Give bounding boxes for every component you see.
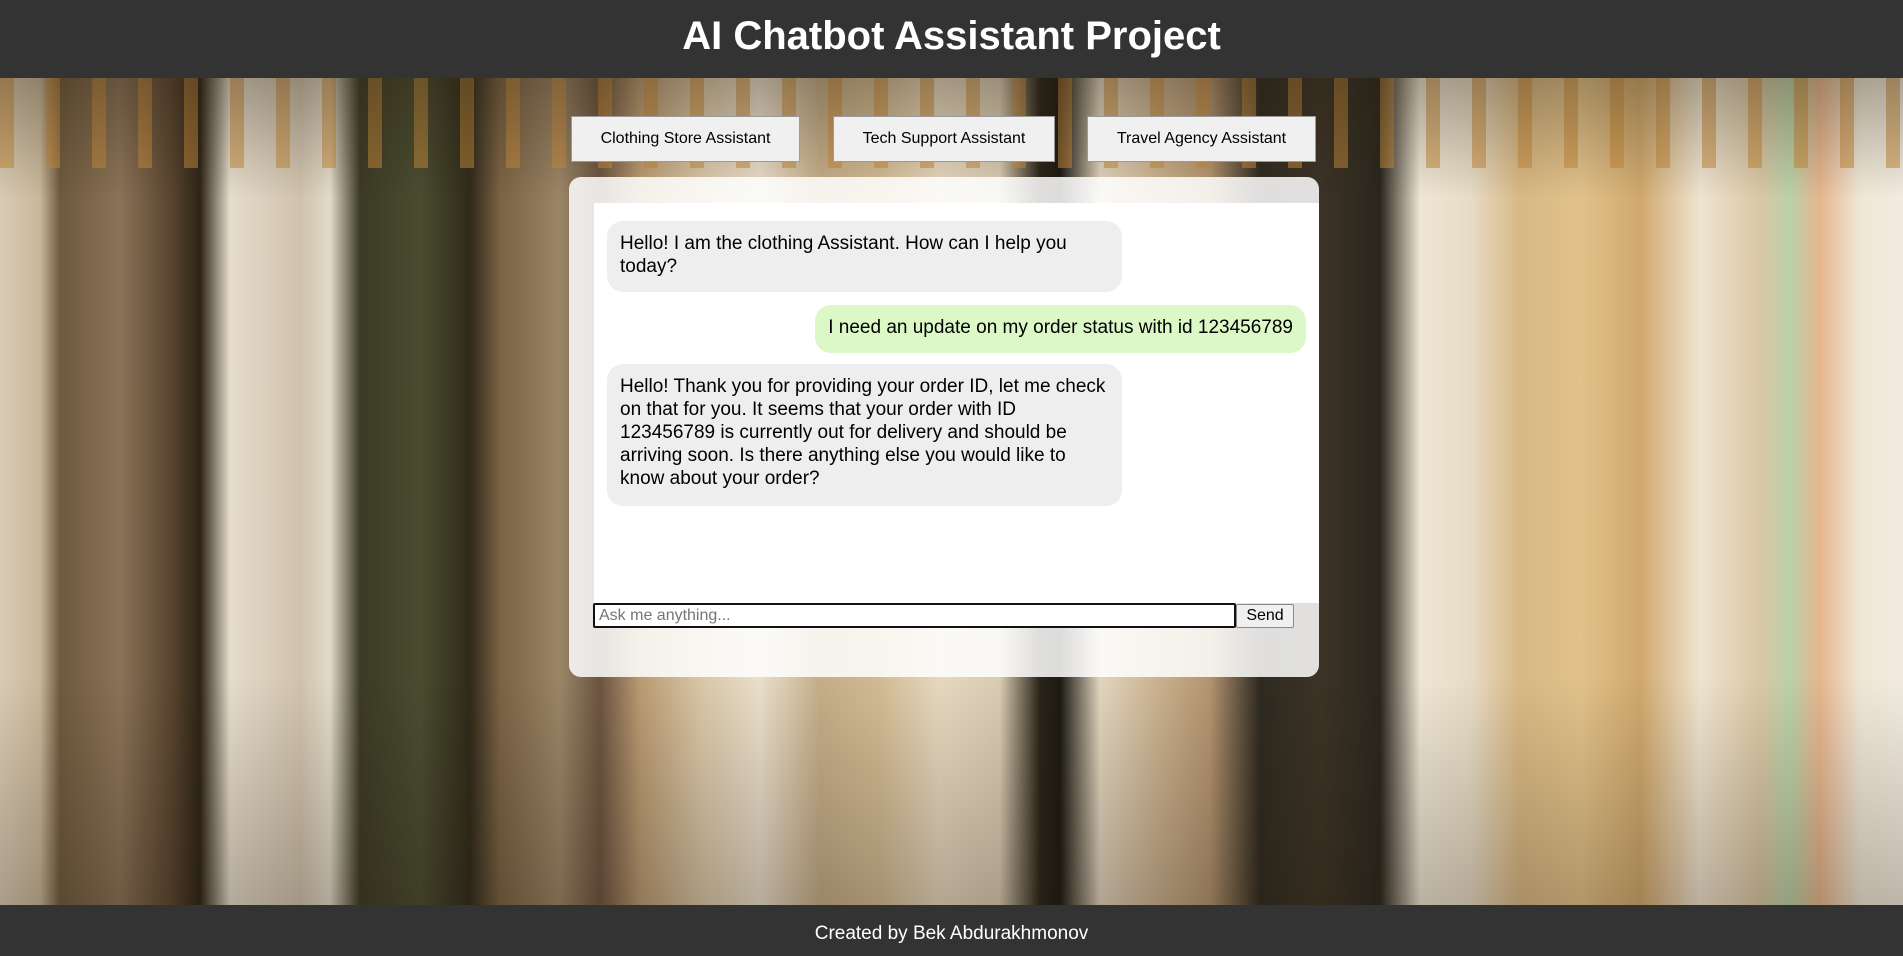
chat-panel: Hello! I am the clothing Assistant. How … (569, 177, 1319, 677)
tab-travel-agency-assistant[interactable]: Travel Agency Assistant (1087, 116, 1316, 162)
user-message: I need an update on my order status with… (815, 305, 1306, 353)
page-footer: Created by Bek Abdurakhmonov (0, 905, 1903, 956)
page-title: AI Chatbot Assistant Project (682, 14, 1221, 58)
bot-message: Hello! I am the clothing Assistant. How … (607, 221, 1122, 292)
tab-tech-support-assistant[interactable]: Tech Support Assistant (833, 116, 1055, 162)
send-button[interactable]: Send (1236, 604, 1294, 628)
assistant-tabs: Clothing Store Assistant Tech Support As… (571, 116, 1317, 164)
tab-clothing-store-assistant[interactable]: Clothing Store Assistant (571, 116, 800, 162)
bot-message: Hello! Thank you for providing your orde… (607, 364, 1122, 506)
chat-history[interactable]: Hello! I am the clothing Assistant. How … (594, 203, 1319, 603)
page-header: AI Chatbot Assistant Project (0, 0, 1903, 78)
chat-input[interactable] (593, 603, 1236, 628)
footer-credit: Created by Bek Abdurakhmonov (814, 923, 1089, 944)
chat-input-row: Send (593, 603, 1294, 629)
